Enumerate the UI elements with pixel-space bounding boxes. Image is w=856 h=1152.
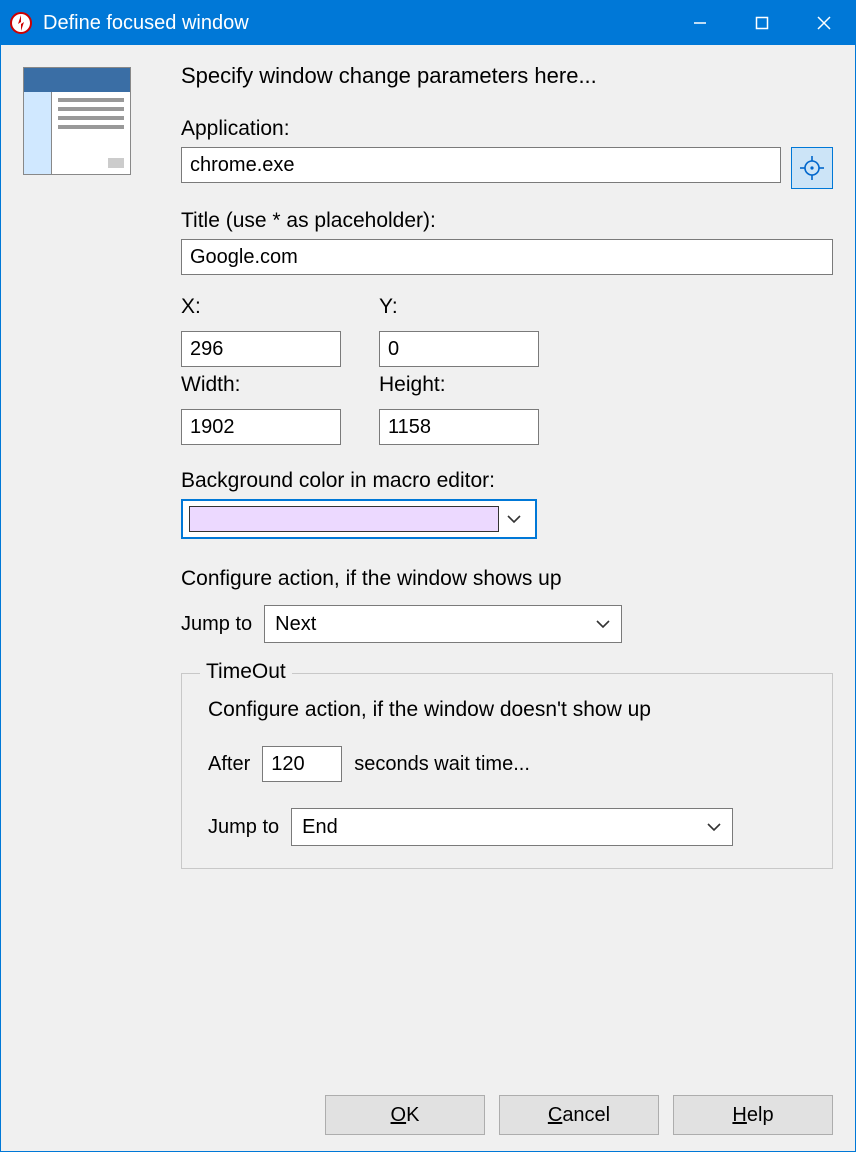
height-label: Height: <box>379 373 549 397</box>
color-swatch <box>189 506 499 532</box>
dialog-window: Define focused window <box>0 0 856 1152</box>
target-picker-button[interactable] <box>791 147 833 189</box>
app-icon <box>9 11 33 35</box>
jump-show-value: Next <box>275 613 316 636</box>
timeout-seconds-input[interactable] <box>262 746 342 782</box>
timeout-fieldset: TimeOut Configure action, if the window … <box>181 673 833 869</box>
width-input[interactable] <box>181 409 341 445</box>
title-label: Title (use * as placeholder): <box>181 209 833 233</box>
window-illustration-icon <box>23 67 131 175</box>
height-input[interactable] <box>379 409 539 445</box>
chevron-down-icon <box>595 619 611 629</box>
title-input[interactable] <box>181 239 833 275</box>
chevron-down-icon <box>706 822 722 832</box>
cancel-button[interactable]: Cancel <box>499 1095 659 1135</box>
help-button[interactable]: Help <box>673 1095 833 1135</box>
jump-to-label-timeout: Jump to <box>208 816 279 839</box>
y-input[interactable] <box>379 331 539 367</box>
y-label: Y: <box>379 295 549 319</box>
bgcolor-combo[interactable] <box>181 499 537 539</box>
configure-show-label: Configure action, if the window shows up <box>181 567 833 591</box>
ok-button[interactable]: OK <box>325 1095 485 1135</box>
width-label: Width: <box>181 373 351 397</box>
jump-timeout-select[interactable]: End <box>291 808 733 846</box>
bgcolor-label: Background color in macro editor: <box>181 469 833 493</box>
maximize-button[interactable] <box>731 1 793 45</box>
jump-show-select[interactable]: Next <box>264 605 622 643</box>
dialog-heading: Specify window change parameters here... <box>181 63 833 89</box>
seconds-wait-label: seconds wait time... <box>354 753 530 776</box>
minimize-button[interactable] <box>669 1 731 45</box>
window-controls <box>669 1 855 45</box>
configure-noshow-label: Configure action, if the window doesn't … <box>208 698 806 722</box>
x-input[interactable] <box>181 331 341 367</box>
titlebar: Define focused window <box>1 1 855 45</box>
chevron-down-icon <box>499 514 529 524</box>
close-button[interactable] <box>793 1 855 45</box>
button-row: OK Cancel Help <box>1 1095 855 1151</box>
timeout-legend: TimeOut <box>200 660 292 684</box>
application-label: Application: <box>181 117 833 141</box>
crosshair-icon <box>799 155 825 181</box>
jump-to-label: Jump to <box>181 613 252 636</box>
jump-timeout-value: End <box>302 816 338 839</box>
window-title: Define focused window <box>43 12 669 35</box>
application-input[interactable] <box>181 147 781 183</box>
x-label: X: <box>181 295 351 319</box>
after-label: After <box>208 753 250 776</box>
